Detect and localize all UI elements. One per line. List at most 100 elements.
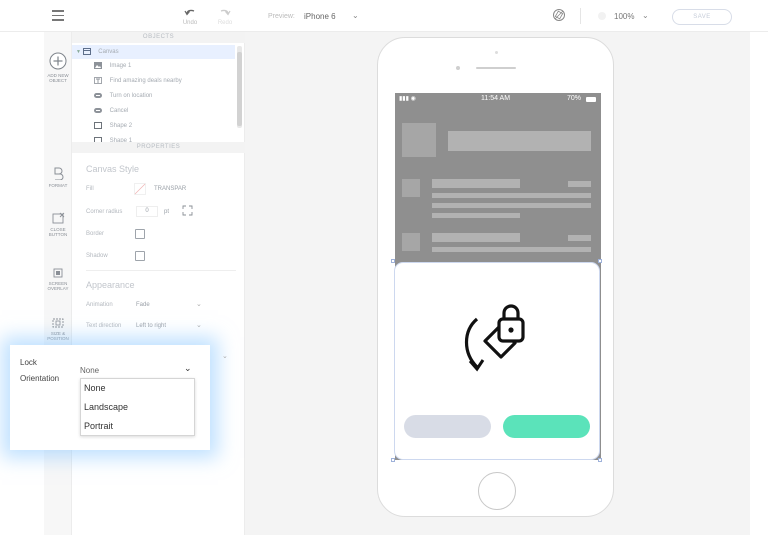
sidebar-item-label: SCREEN OVERLAY	[47, 281, 69, 291]
undo-label: Undo	[182, 20, 198, 26]
phone-status-bar: ▮▮▮ ◉ 11:54 AM 70%	[395, 93, 601, 107]
add-new-object-button[interactable]: ADD NEW OBJECT	[44, 52, 72, 83]
corner-radius-label: Corner radius	[86, 209, 123, 215]
redo-label: Redo	[217, 20, 233, 26]
canvas-icon	[82, 47, 91, 55]
skeleton-avatar	[402, 233, 420, 251]
text-direction-label: Text direction	[86, 323, 122, 329]
chevron-down-icon[interactable]: ⌄	[184, 363, 192, 374]
no-rotate-icon	[553, 9, 565, 21]
menu-icon[interactable]	[52, 10, 64, 21]
section-divider	[86, 270, 236, 271]
tree-item-turn-on-location[interactable]: Turn on location	[94, 89, 152, 103]
tree-item-label: Find amazing deals nearby	[109, 78, 182, 84]
skeleton-line	[432, 203, 591, 208]
skeleton-thumbnail	[402, 123, 436, 157]
toolbar-divider	[580, 8, 581, 24]
sidebar-item-label: FORMAT	[48, 183, 68, 188]
cancel-button[interactable]	[404, 415, 491, 438]
triangle-down-icon[interactable]: ▼	[76, 49, 81, 55]
undo-button[interactable]: Undo	[175, 8, 205, 26]
shape-icon	[94, 121, 102, 129]
shadow-checkbox[interactable]	[135, 251, 145, 261]
chevron-down-icon[interactable]: ⌄	[196, 300, 202, 308]
sidebar-item-screen-overlay[interactable]: SCREEN OVERLAY	[44, 268, 72, 291]
chevron-down-icon[interactable]: ⌄	[222, 352, 228, 360]
skeleton-line	[432, 233, 520, 242]
sidebar-item-size-position[interactable]: SIZE & POSITION	[44, 318, 72, 341]
skeleton-line	[432, 179, 520, 188]
canvas-style-title: Canvas Style	[86, 164, 140, 174]
size-position-icon	[52, 318, 64, 328]
skeleton-line	[432, 213, 520, 218]
selection-handle[interactable]	[598, 458, 602, 462]
corner-radius-unit: pt	[164, 209, 170, 215]
preview-device-select[interactable]: iPhone 6	[304, 12, 336, 21]
phone-sensor	[495, 51, 498, 54]
corner-radius-input[interactable]: 0	[136, 206, 158, 217]
button-icon	[94, 92, 102, 98]
skeleton-line	[568, 181, 591, 187]
status-time: 11:54 AM	[481, 95, 511, 102]
undo-icon	[184, 9, 195, 16]
skeleton-line	[432, 193, 591, 198]
skeleton-line	[568, 235, 591, 241]
turn-on-location-button[interactable]	[503, 415, 590, 438]
tree-item-canvas[interactable]: ▼ Canvas	[72, 45, 235, 59]
redo-button[interactable]: Redo	[212, 8, 238, 26]
selection-handle[interactable]	[391, 458, 395, 462]
preview-label: Preview:	[268, 13, 295, 20]
tree-item-label: Image 1	[109, 63, 132, 69]
format-icon	[54, 167, 64, 180]
sidebar-item-close-button[interactable]: CLOSE BUTTON	[44, 212, 72, 237]
fill-value[interactable]: TRANSPAR	[154, 186, 186, 192]
tree-item-label: Cancel	[109, 108, 129, 114]
lock-orientation-label: Orientation	[20, 374, 60, 383]
close-button-icon	[52, 212, 64, 224]
skeleton-avatar	[402, 179, 420, 197]
screen-overlay-icon	[53, 268, 63, 278]
sidebar-item-format[interactable]: FORMAT	[44, 166, 72, 188]
phone-camera	[456, 66, 460, 70]
border-label: Border	[86, 231, 105, 237]
objects-panel: OBJECTS ▼ Canvas Image 1 Find amazing de…	[72, 32, 245, 144]
phone-speaker	[476, 67, 516, 69]
border-checkbox[interactable]	[135, 229, 145, 239]
fill-label: Fill	[86, 186, 94, 192]
rotate-device-button[interactable]	[552, 8, 566, 22]
selection-handle[interactable]	[391, 259, 395, 263]
option-landscape[interactable]: Landscape	[84, 402, 128, 412]
option-portrait[interactable]: Portrait	[84, 421, 113, 431]
lock-rotation-icon	[464, 304, 525, 372]
animation-select[interactable]: Fade	[136, 302, 150, 308]
tree-item-text[interactable]: Find amazing deals nearby	[94, 74, 182, 88]
sidebar-item-label: SIZE & POSITION	[47, 331, 69, 341]
add-new-object-label: ADD NEW OBJECT	[47, 73, 69, 83]
option-none[interactable]: None	[84, 383, 106, 393]
tree-item-label: Turn on location	[109, 93, 153, 99]
save-button[interactable]: SAVE	[672, 9, 732, 25]
sidebar-item-label: CLOSE BUTTON	[48, 227, 68, 237]
properties-panel: PROPERTIES Canvas Style Fill TRANSPAR Co…	[72, 142, 245, 535]
shadow-label: Shadow	[86, 253, 108, 259]
properties-header: PROPERTIES	[72, 142, 245, 153]
tree-item-shape-2[interactable]: Shape 2	[94, 119, 132, 133]
lock-orientation-select[interactable]: None	[80, 366, 99, 375]
zoom-select[interactable]: 100%	[614, 12, 634, 21]
transparent-swatch-icon[interactable]	[134, 183, 146, 195]
lock-orientation-label: Lock	[20, 358, 37, 367]
tree-item-image-1[interactable]: Image 1	[94, 59, 131, 73]
phone-home-button	[478, 472, 516, 510]
left-sidebar: ADD NEW OBJECT FORMAT CLOSE BUTTON SCREE…	[44, 32, 72, 535]
appearance-title: Appearance	[86, 280, 135, 290]
redo-icon	[220, 9, 231, 16]
chevron-down-icon[interactable]: ⌄	[642, 11, 649, 20]
text-direction-select[interactable]: Left to right	[136, 323, 166, 329]
expand-corners-icon[interactable]	[182, 205, 193, 216]
tree-item-cancel[interactable]: Cancel	[94, 104, 128, 118]
chevron-down-icon[interactable]: ⌄	[352, 11, 359, 20]
skeleton-line	[432, 247, 591, 252]
selection-handle[interactable]	[598, 259, 602, 263]
chevron-down-icon[interactable]: ⌄	[196, 321, 202, 329]
objects-scroll-thumb[interactable]	[237, 52, 242, 126]
